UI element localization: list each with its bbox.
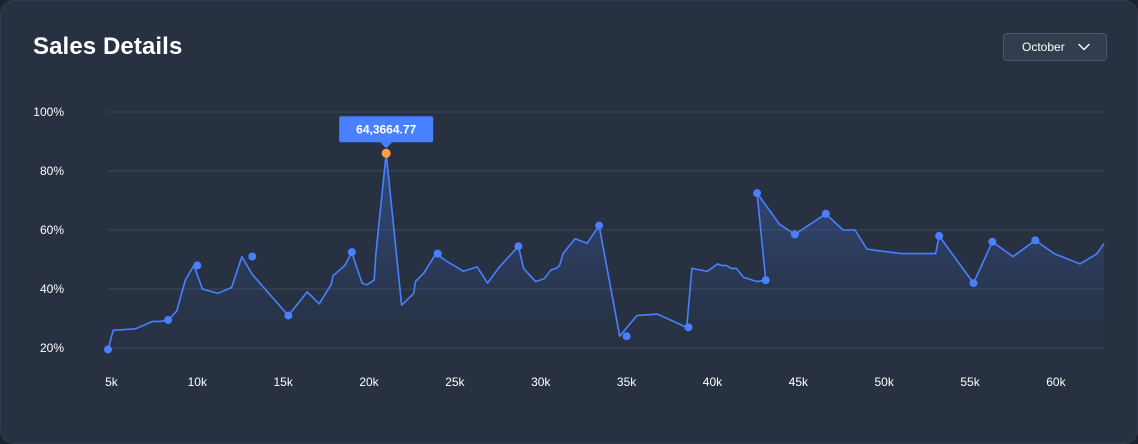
x-tick-label: 45k xyxy=(789,375,809,389)
y-tick-label: 40% xyxy=(40,282,64,296)
tooltip-label: 64,3664.77 xyxy=(356,122,416,136)
x-tick-label: 10k xyxy=(188,375,208,389)
data-point xyxy=(622,332,631,341)
data-point xyxy=(104,345,112,354)
data-point xyxy=(935,231,944,240)
y-tick-label: 20% xyxy=(40,341,64,355)
y-tick-label: 80% xyxy=(40,164,64,178)
data-point xyxy=(988,237,997,246)
data-point xyxy=(433,249,442,258)
highlight-point xyxy=(381,148,391,158)
x-tick-label: 20k xyxy=(359,375,379,389)
data-point xyxy=(248,252,257,261)
data-point xyxy=(753,189,762,198)
data-point xyxy=(790,230,799,239)
data-point xyxy=(821,209,830,218)
x-tick-label: 55k xyxy=(960,375,980,389)
sales-chart: 20% 40% 60% 80% 100% 5k 10k 15k 20k 25k 30k 35k 40k 4… xyxy=(33,105,1105,389)
data-point xyxy=(684,323,693,332)
data-point xyxy=(1031,236,1040,245)
x-tick-label: 40k xyxy=(703,375,723,389)
y-tick-label: 100% xyxy=(33,105,64,119)
y-tick-label: 60% xyxy=(40,223,64,237)
data-point xyxy=(969,279,978,288)
data-point xyxy=(595,221,604,230)
x-tick-label: 35k xyxy=(617,375,637,389)
sales-area xyxy=(108,153,1104,350)
x-tick-label: 60k xyxy=(1046,375,1066,389)
x-tick-label: 15k xyxy=(273,375,293,389)
data-point xyxy=(347,248,356,257)
x-tick-label: 50k xyxy=(875,375,895,389)
x-tick-label: 25k xyxy=(445,375,465,389)
data-point xyxy=(193,261,202,270)
data-point xyxy=(284,311,293,320)
tooltip-pointer xyxy=(380,142,393,149)
data-point xyxy=(514,242,523,251)
x-tick-label: 5k xyxy=(105,375,119,389)
x-tick-label: 30k xyxy=(531,375,551,389)
data-point xyxy=(761,276,770,285)
data-point xyxy=(164,315,173,324)
